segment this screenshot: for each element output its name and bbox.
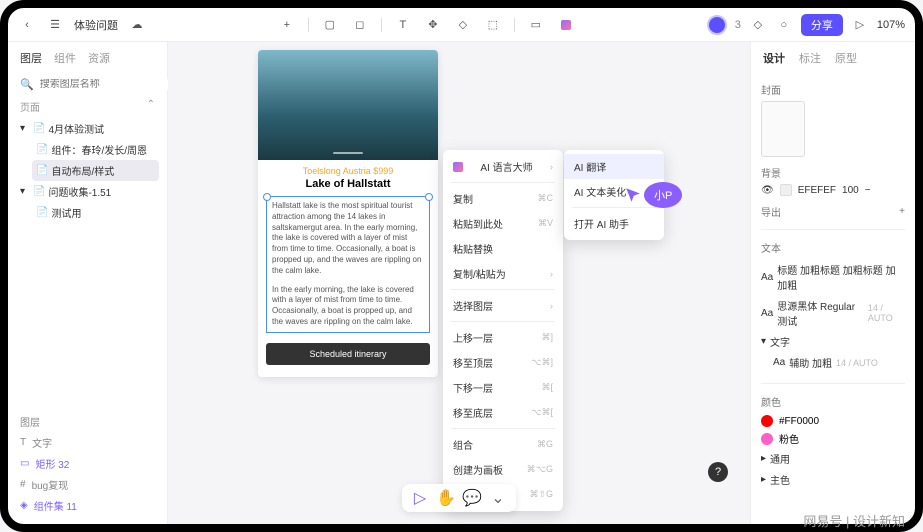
ctx-ai[interactable]: AI 语言大师› (443, 154, 563, 179)
ctx-item[interactable]: 粘贴到此处⌘V (443, 211, 563, 236)
ctx-item[interactable]: 下移一层⌘[ (443, 375, 563, 400)
text-sub: ▾文字 (761, 331, 905, 352)
ctx-item[interactable]: 移至顶层⌥⌘] (443, 350, 563, 375)
bg-label: 背景 (761, 165, 781, 180)
submenu-item[interactable]: 打开 AI 助手 (564, 211, 664, 236)
share-button[interactable]: 分享 (801, 14, 843, 36)
search-input[interactable] (40, 79, 172, 90)
frame-image (258, 50, 438, 160)
ctx-item[interactable]: 移至底层⌥⌘[ (443, 400, 563, 425)
design-frame[interactable]: Toelslong Austria $999 Lake of Hallstatt… (258, 50, 438, 377)
ctx-item[interactable]: 上移一层⌘] (443, 325, 563, 350)
minus-icon[interactable]: − (865, 185, 871, 196)
collaborator-name: 小P (644, 182, 682, 208)
watermark: 网易号 | 设计新知 (803, 511, 905, 530)
ctx-item[interactable]: 创建为画板⌘⌥G (443, 457, 563, 482)
collapse-icon[interactable]: ⌃ (147, 99, 155, 114)
color-label: 颜色 (761, 394, 781, 409)
export-label: 导出 (761, 204, 781, 219)
canvas-toolbar: ▷ ✋ 💬 ⌄ (402, 484, 516, 512)
add-icon[interactable]: + (278, 16, 296, 34)
tab-design[interactable]: 设计 (763, 50, 785, 66)
layers-section: 图层 (20, 414, 40, 429)
tree-group[interactable]: ▾📄4月体验测试 (16, 118, 159, 139)
caption: Toelslong Austria $999 (258, 160, 438, 178)
cover-label: 封面 (761, 82, 781, 97)
doc-title: 体验问题 (74, 17, 118, 33)
description-1: Hallstatt lake is the most spiritual tou… (267, 197, 429, 281)
eye-icon[interactable]: 👁 (761, 185, 774, 196)
tree-item[interactable]: 📄组件：春玲/发长/周恩 (32, 139, 159, 160)
frame-title: Lake of Hallstatt (258, 178, 438, 196)
frame-icon[interactable]: ▢ (321, 16, 339, 34)
plus-icon[interactable]: + (899, 206, 905, 217)
tab-prototype[interactable]: 原型 (835, 50, 857, 66)
font-row[interactable]: Aa辅助 加粗14 / AUTO (761, 352, 905, 373)
hand-tool-icon[interactable]: ✋ (438, 490, 454, 506)
cta-button[interactable]: Scheduled itinerary (266, 343, 430, 365)
bg-opacity[interactable]: 100 (842, 185, 859, 196)
ctx-item[interactable]: 粘贴替换 (443, 236, 563, 261)
pin-icon[interactable]: ◇ (749, 16, 767, 34)
move-icon[interactable]: ✥ (424, 16, 442, 34)
tab-layers[interactable]: 图层 (20, 50, 42, 66)
pages-label: 页面 (20, 99, 40, 114)
ai-sparkle-icon (453, 162, 463, 172)
cloud-icon: ☁ (128, 16, 146, 34)
play-icon[interactable]: ▷ (851, 16, 869, 34)
bg-hex[interactable]: EFEFEF (798, 185, 836, 196)
zoom-level[interactable]: 107% (877, 19, 905, 31)
main-color-row[interactable]: ▸主色 (761, 469, 905, 490)
image-icon[interactable]: ▭ (527, 16, 545, 34)
ai-icon[interactable] (557, 16, 575, 34)
layer-row[interactable]: ◈组件集 11 (20, 495, 155, 516)
tab-inspect[interactable]: 标注 (799, 50, 821, 66)
tree-item[interactable]: 📄测试用 (32, 202, 159, 223)
chevron-down-icon[interactable]: ⌄ (490, 490, 506, 506)
tree-item-selected[interactable]: 📄自动布局/样式 (32, 160, 159, 181)
left-sidebar: 图层 组件 资源 🔍 ▤ 页面 ⌃ ▾📄4月体验测试 📄组件：春玲/发长/周恩 … (8, 42, 168, 524)
general-row[interactable]: ▸通用 (761, 448, 905, 469)
text-label: 文本 (761, 240, 781, 255)
ctx-item[interactable]: 组合⌘G (443, 432, 563, 457)
tree-group[interactable]: ▾📄问题收集-1.51 (16, 181, 159, 202)
bg-swatch[interactable] (780, 184, 792, 196)
mask-icon[interactable]: ⬚ (484, 16, 502, 34)
pointer-tool-icon[interactable]: ▷ (412, 490, 428, 506)
ctx-item[interactable]: 选择图层› (443, 293, 563, 318)
shape-icon[interactable]: ◻ (351, 16, 369, 34)
layer-row[interactable]: ▭矩形 32 (20, 453, 155, 474)
avatar[interactable] (707, 15, 727, 35)
description-2: In the early morning, the lake is covere… (267, 281, 429, 332)
bookmark-icon[interactable]: ○ (775, 16, 793, 34)
layer-row[interactable]: T文字 (20, 432, 155, 453)
canvas[interactable]: Toelslong Austria $999 Lake of Hallstatt… (168, 42, 750, 524)
context-menu: AI 语言大师› 复制⌘C 粘贴到此处⌘V 粘贴替换 复制/粘贴为› 选择图层›… (443, 150, 563, 511)
cover-thumbnail[interactable] (761, 101, 805, 157)
menu-icon[interactable]: ☰ (46, 16, 64, 34)
text-icon[interactable]: T (394, 16, 412, 34)
ctx-item[interactable]: 复制/粘贴为› (443, 261, 563, 286)
help-button[interactable]: ? (708, 462, 728, 482)
topbar: ‹ ☰ 体验问题 ☁ + ▢ ◻ T ✥ ◇ ⬚ ▭ 3 ◇ ○ 分享 ▷ 10… (8, 8, 915, 42)
collaborator-cursor: 小P (624, 182, 682, 208)
tab-components[interactable]: 组件 (54, 50, 76, 66)
comment-tool-icon[interactable]: 💬 (464, 490, 480, 506)
search-icon: 🔍 (20, 78, 34, 91)
right-sidebar: 设计 标注 原型 封面 背景 👁 EFEFEF 100 − 导出 + 文本 Aa标… (750, 42, 915, 524)
layer-row[interactable]: #bug复现 (20, 474, 155, 495)
ctx-item[interactable]: 复制⌘C (443, 186, 563, 211)
color-row[interactable]: 粉色 (761, 429, 905, 448)
color-row[interactable]: #FF0000 (761, 413, 905, 429)
font-row[interactable]: Aa思源黑体 Regular测试14 / AUTO (761, 295, 905, 331)
selected-text-block[interactable]: Hallstatt lake is the most spiritual tou… (266, 196, 430, 333)
font-row[interactable]: Aa标题 加粗标题 加粗标题 加加粗 (761, 259, 905, 295)
tab-assets[interactable]: 资源 (88, 50, 110, 66)
back-icon[interactable]: ‹ (18, 16, 36, 34)
component-icon[interactable]: ◇ (454, 16, 472, 34)
submenu-item[interactable]: AI 翻译 (564, 154, 664, 179)
user-count: 3 (735, 19, 741, 31)
